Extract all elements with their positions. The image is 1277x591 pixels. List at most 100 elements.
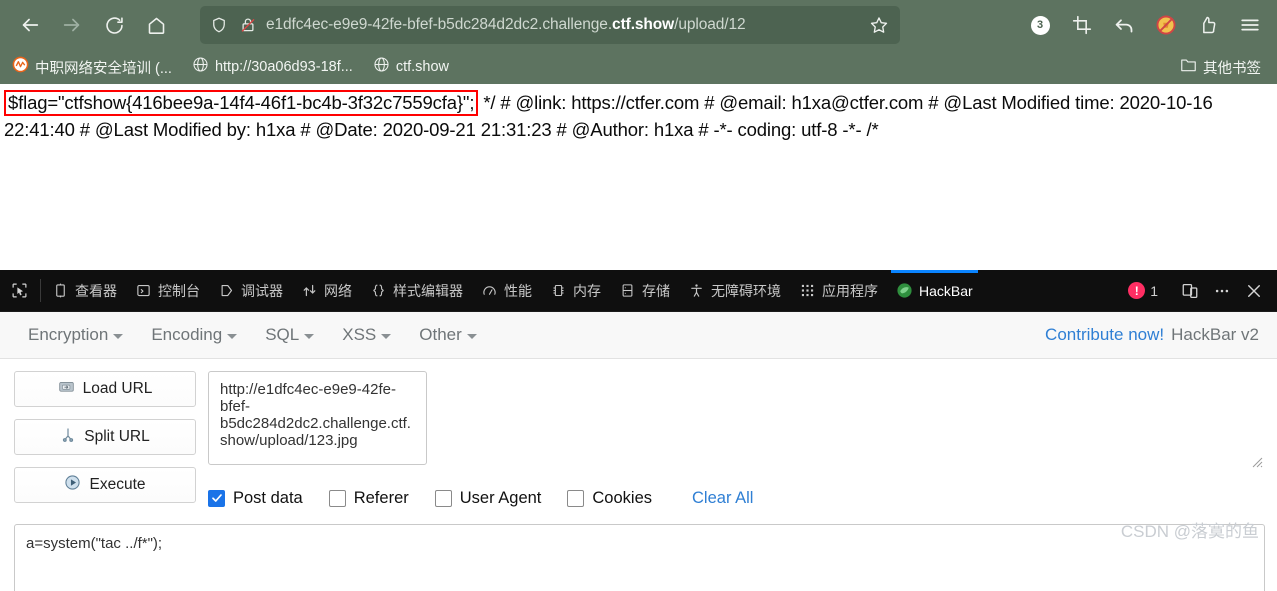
bookmark-star-icon[interactable] (866, 12, 892, 38)
checkbox-label: Post data (233, 488, 303, 507)
style-editor-icon (370, 282, 387, 299)
checkbox-referer[interactable]: Referer (328, 488, 409, 508)
bookmarks-bar: 中职网络安全培训 (... http://30a06d93-18f... ctf… (0, 50, 1277, 84)
devtools-panel: 查看器 控制台 调试器 网络 样式编辑器 性能 内存 存储 无障碍环境 应用程序… (0, 270, 1277, 591)
scissors-icon (60, 426, 76, 448)
hackbar-postdata-wrap (0, 524, 1277, 591)
url-input[interactable] (208, 371, 427, 465)
clear-all-link[interactable]: Clear All (692, 489, 753, 508)
menu-sql[interactable]: SQL (251, 321, 328, 349)
hackbar-menubar: Encryption Encoding SQL XSS Other Contri… (0, 312, 1277, 359)
tab-debugger[interactable]: 调试器 (209, 270, 292, 311)
bookmark-item-2[interactable]: ctf.show (373, 56, 449, 78)
menu-label: SQL (265, 325, 300, 344)
disk-icon (58, 379, 75, 399)
execute-button[interactable]: Execute (14, 467, 196, 503)
chevron-down-icon (381, 334, 392, 339)
performance-icon (481, 282, 498, 299)
error-count-label: 1 (1150, 282, 1158, 299)
checkbox-box[interactable] (208, 489, 225, 507)
responsive-design-mode-icon[interactable] (1175, 276, 1205, 306)
bookmark-item-0[interactable]: 中职网络安全培训 (... (12, 56, 172, 78)
tab-performance[interactable]: 性能 (472, 270, 541, 311)
back-button[interactable] (10, 5, 50, 45)
extension-counter-icon[interactable]: 3 (1023, 8, 1057, 42)
tab-accessibility[interactable]: 无障碍环境 (679, 270, 790, 311)
tab-network[interactable]: 网络 (292, 270, 361, 311)
checkbox-cookies[interactable]: Cookies (567, 489, 652, 508)
tab-label: 查看器 (75, 282, 117, 299)
application-icon (799, 282, 816, 299)
menu-encoding[interactable]: Encoding (137, 321, 251, 349)
menu-label: Encryption (28, 325, 109, 344)
storage-icon (619, 282, 636, 299)
play-icon (64, 474, 81, 496)
tab-label: 控制台 (158, 282, 200, 299)
network-icon (301, 282, 318, 299)
blocked-extension-icon[interactable] (1149, 8, 1183, 42)
checkbox-label: Cookies (592, 488, 653, 507)
contribute-link[interactable]: Contribute now! (1045, 325, 1164, 345)
other-bookmarks-folder[interactable]: 其他书签 (1180, 57, 1265, 78)
tab-label: 样式编辑器 (393, 282, 463, 299)
checkbox-label: User Agent (459, 488, 542, 507)
bookmark-label: http://30a06d93-18f... (214, 59, 353, 75)
hackbar-body: Load URL Split URL Execute http://e1dfc4… (0, 359, 1277, 512)
menu-xss[interactable]: XSS (328, 321, 405, 349)
url-suffix: /upload/12 (674, 16, 746, 33)
devtools-toolbar-actions: ! 1 (1120, 270, 1277, 311)
hackbar-action-buttons: Load URL Split URL Execute (14, 371, 196, 512)
close-devtools-icon[interactable] (1239, 276, 1269, 306)
checkbox-box[interactable] (328, 489, 346, 507)
tab-inspector[interactable]: 查看器 (43, 270, 126, 311)
element-picker-icon[interactable] (0, 270, 38, 311)
tab-label: 存储 (642, 282, 670, 299)
globe-icon (373, 56, 390, 78)
tab-storage[interactable]: 存储 (610, 270, 679, 311)
menu-other[interactable]: Other (405, 321, 491, 349)
tab-memory[interactable]: 内存 (541, 270, 610, 311)
error-count-badge[interactable]: ! 1 (1120, 282, 1166, 299)
shield-icon[interactable] (208, 14, 230, 36)
textarea-resize-handle[interactable] (1249, 454, 1263, 468)
tab-hackbar[interactable]: HackBar (887, 270, 982, 311)
checkbox-box[interactable] (434, 489, 452, 507)
undo-arrow-icon[interactable] (1107, 8, 1141, 42)
bookmark-item-1[interactable]: http://30a06d93-18f... (192, 56, 353, 78)
globe-icon (192, 56, 209, 78)
split-url-button[interactable]: Split URL (14, 419, 196, 455)
debugger-icon (218, 282, 235, 299)
checkbox-post-data[interactable]: Post data (208, 489, 303, 508)
tab-label: 性能 (504, 282, 532, 299)
account-badge-icon[interactable] (1191, 8, 1225, 42)
url-text[interactable]: e1dfc4ec-e9e9-42fe-bfef-b5dc284d2dc2.cha… (266, 16, 859, 34)
menu-encryption[interactable]: Encryption (14, 321, 137, 349)
bookmark-label: ctf.show (395, 59, 449, 75)
chevron-down-icon (304, 334, 315, 339)
browser-chrome: e1dfc4ec-e9e9-42fe-bfef-b5dc284d2dc2.cha… (0, 0, 1277, 84)
post-data-input[interactable] (14, 524, 1265, 591)
page-source-text: $flag="ctfshow{416bee9a-14f4-46f1-bc4b-3… (4, 90, 1271, 144)
memory-icon (550, 282, 567, 299)
tab-style-editor[interactable]: 样式编辑器 (361, 270, 472, 311)
tab-console[interactable]: 控制台 (126, 270, 209, 311)
screenshot-crop-icon[interactable] (1065, 8, 1099, 42)
devtools-toolbar: 查看器 控制台 调试器 网络 样式编辑器 性能 内存 存储 无障碍环境 应用程序… (0, 270, 1277, 312)
hamburger-menu-icon[interactable] (1233, 8, 1267, 42)
checkbox-label: Referer (353, 488, 409, 507)
devtools-more-options-icon[interactable] (1207, 276, 1237, 306)
address-bar[interactable]: e1dfc4ec-e9e9-42fe-bfef-b5dc284d2dc2.cha… (200, 6, 900, 44)
forward-button[interactable] (52, 5, 92, 45)
home-button[interactable] (136, 5, 176, 45)
lock-insecure-icon[interactable] (237, 14, 259, 36)
devtools-tabs: 查看器 控制台 调试器 网络 样式编辑器 性能 内存 存储 无障碍环境 应用程序… (43, 270, 982, 311)
tab-application[interactable]: 应用程序 (790, 270, 887, 311)
load-url-button[interactable]: Load URL (14, 371, 196, 407)
reload-button[interactable] (94, 5, 134, 45)
checkbox-user-agent[interactable]: User Agent (434, 488, 542, 508)
menu-label: Encoding (151, 325, 223, 344)
tab-label: 网络 (324, 282, 352, 299)
flag-highlight: $flag="ctfshow{416bee9a-14f4-46f1-bc4b-3… (4, 90, 479, 116)
checkbox-box[interactable] (567, 489, 585, 507)
extension-counter-badge: 3 (1030, 15, 1050, 35)
